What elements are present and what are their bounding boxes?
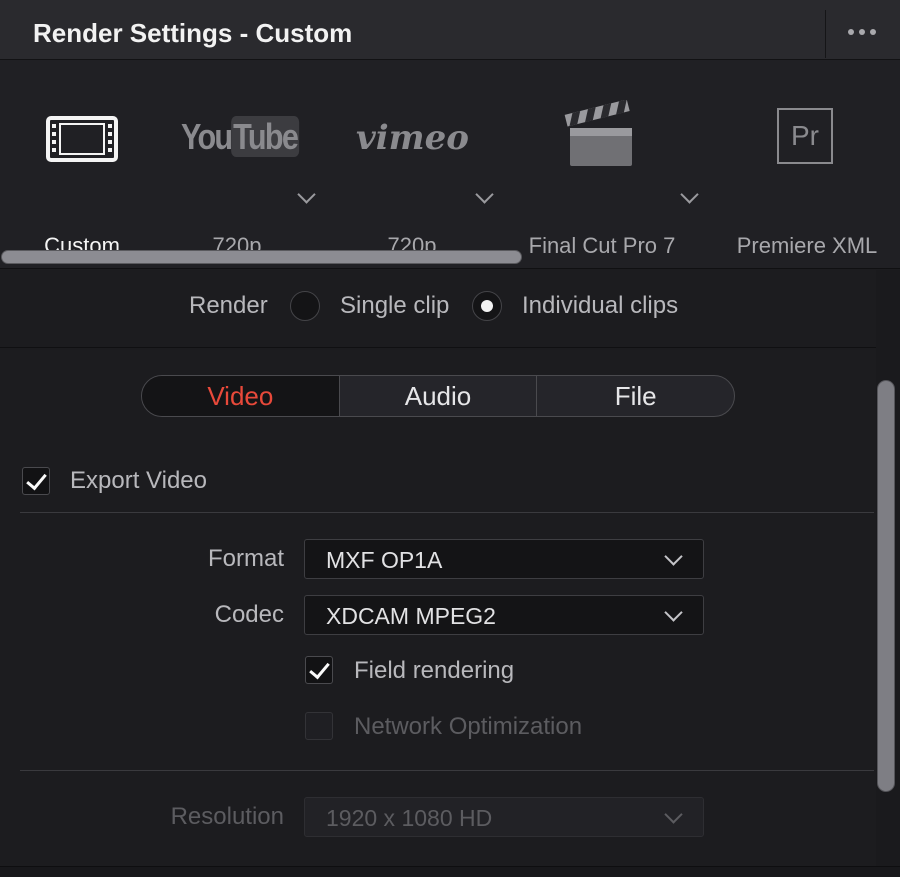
youtube-logo-text-1: You [181, 116, 233, 157]
export-video-checkbox[interactable] [22, 467, 50, 495]
format-value: MXF OP1A [326, 547, 443, 573]
vimeo-logo-text: vimeo [356, 118, 469, 158]
panel-title: Render Settings - Custom [33, 18, 353, 48]
tab-file[interactable]: File [536, 376, 734, 416]
resolution-value: 1920 x 1080 HD [326, 805, 493, 831]
format-select[interactable]: MXF OP1A [304, 539, 704, 579]
premiere-logo-text: Pr [777, 108, 833, 164]
individual-clips-radio[interactable] [472, 291, 502, 321]
preset-vimeo[interactable]: vimeo 720p [352, 100, 472, 260]
codec-label: Codec [214, 601, 284, 628]
single-clip-label[interactable]: Single clip [340, 292, 449, 320]
preset-strip: Custom YouTube 720p vimeo 720p Final Cut… [0, 60, 900, 269]
chevron-down-icon [664, 805, 683, 824]
tab-video[interactable]: Video [142, 376, 339, 416]
field-rendering-label[interactable]: Field rendering [354, 657, 514, 685]
bottom-edge [0, 866, 900, 877]
single-clip-radio[interactable] [290, 291, 320, 321]
youtube-logo: YouTube [175, 100, 299, 180]
settings-tabs: Video Audio File [141, 375, 735, 417]
render-mode-row: Render Single clip Individual clips [0, 270, 876, 348]
tab-audio[interactable]: Audio [338, 376, 537, 416]
preset-custom[interactable]: Custom [22, 100, 142, 260]
chevron-down-icon [664, 603, 683, 622]
section-divider [20, 512, 874, 513]
field-rendering-checkbox[interactable] [305, 656, 333, 684]
resolution-select[interactable]: 1920 x 1080 HD [304, 797, 704, 837]
premiere-logo: Pr [732, 100, 882, 180]
network-optimization-checkbox[interactable] [305, 712, 333, 740]
format-label: Format [207, 545, 284, 572]
preset-youtube[interactable]: YouTube 720p [175, 100, 299, 260]
individual-clips-label[interactable]: Individual clips [522, 292, 678, 320]
codec-select[interactable]: XDCAM MPEG2 [304, 595, 704, 635]
horizontal-scrollbar-thumb[interactable] [1, 250, 522, 264]
vertical-scrollbar-thumb[interactable] [877, 380, 895, 792]
export-video-label[interactable]: Export Video [70, 467, 207, 495]
title-separator [825, 10, 826, 58]
vimeo-logo: vimeo [352, 100, 472, 180]
preset-final-cut-pro-7[interactable]: Final Cut Pro 7 [520, 99, 684, 260]
codec-value: XDCAM MPEG2 [326, 603, 496, 629]
chevron-down-icon[interactable] [475, 185, 494, 204]
film-strip-icon [22, 100, 142, 180]
chevron-down-icon[interactable] [297, 185, 316, 204]
youtube-logo-text-2: Tube [231, 116, 299, 157]
clapperboard-icon [520, 99, 684, 180]
render-label: Render [189, 292, 268, 319]
network-optimization-label: Network Optimization [354, 713, 583, 740]
section-divider [20, 770, 874, 771]
title-bar: Render Settings - Custom [0, 0, 900, 60]
resolution-label: Resolution [170, 803, 284, 830]
chevron-down-icon [664, 547, 683, 566]
preset-premiere-xml[interactable]: Pr Premiere XML [732, 100, 882, 260]
more-options-icon[interactable] [832, 14, 892, 50]
